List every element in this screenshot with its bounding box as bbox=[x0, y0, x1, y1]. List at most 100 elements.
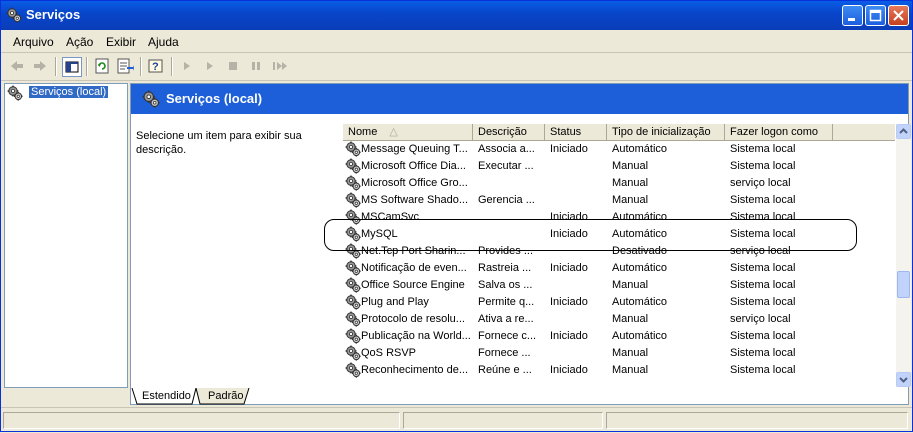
help-icon[interactable]: ? bbox=[147, 57, 165, 75]
cell-logon: serviço local bbox=[730, 177, 791, 189]
cell-status: Iniciado bbox=[550, 330, 588, 342]
play-icon[interactable] bbox=[178, 57, 196, 75]
close-button[interactable] bbox=[888, 5, 909, 26]
column-header-tipo-inicializacao[interactable]: Tipo de inicialização bbox=[607, 124, 725, 140]
cell-startup: Manual bbox=[612, 279, 649, 291]
cell-name: Notificação de even... bbox=[361, 262, 467, 274]
play-alt-icon[interactable] bbox=[201, 57, 219, 75]
tab-estendido[interactable]: Estendido bbox=[136, 388, 197, 404]
vertical-scrollbar[interactable] bbox=[896, 124, 911, 387]
table-row[interactable]: Microsoft Office Gro... Manual serviço loc… bbox=[343, 175, 895, 192]
cell-logon: Sistema local bbox=[730, 364, 796, 376]
scroll-up-button[interactable] bbox=[896, 124, 911, 139]
status-bar bbox=[0, 407, 913, 433]
cell-status: Iniciado bbox=[550, 143, 588, 155]
scroll-thumb[interactable] bbox=[897, 271, 910, 298]
cell-startup: Automático bbox=[612, 330, 668, 342]
column-header-nome[interactable]: Nome △ bbox=[343, 124, 473, 140]
column-header-fazer-logon[interactable]: Fazer logon como bbox=[725, 124, 833, 140]
cell-desc: Fornece ... bbox=[478, 347, 531, 359]
menu-acao[interactable]: Ação bbox=[66, 35, 93, 49]
title-bar[interactable]: Serviços bbox=[0, 0, 913, 30]
cell-name: Reconhecimento de... bbox=[361, 364, 469, 376]
cell-desc: Executar ... bbox=[478, 160, 534, 172]
window-title: Serviços bbox=[26, 7, 81, 22]
table-row[interactable]: Plug and Play Permite q... Iniciado Automát… bbox=[343, 294, 895, 311]
restart-icon[interactable] bbox=[270, 57, 288, 75]
show-hide-tree-icon[interactable] bbox=[62, 57, 82, 77]
cell-desc: Associa a... bbox=[478, 143, 535, 155]
cell-name: QoS RSVP bbox=[361, 347, 417, 359]
table-row[interactable]: Reconhecimento de... Reúne e ... Iniciado M… bbox=[343, 362, 895, 379]
cell-logon: Sistema local bbox=[730, 143, 796, 155]
highlight-annotation bbox=[324, 219, 857, 251]
back-arrow-icon[interactable] bbox=[8, 57, 26, 75]
cell-desc: Permite q... bbox=[478, 296, 535, 308]
table-row[interactable]: Notificação de even... Rastreia ... Inicia… bbox=[343, 260, 895, 277]
gear-icon bbox=[345, 362, 361, 378]
pane-banner: Serviços (local) bbox=[131, 84, 908, 114]
gear-icon bbox=[142, 90, 160, 108]
status-pane-2 bbox=[403, 412, 603, 429]
column-header-descricao[interactable]: Descrição bbox=[473, 124, 545, 140]
pause-icon[interactable] bbox=[247, 57, 265, 75]
export-list-icon[interactable] bbox=[116, 57, 134, 75]
menu-exibir[interactable]: Exibir bbox=[106, 35, 136, 49]
gear-icon bbox=[345, 141, 361, 157]
minimize-button[interactable] bbox=[842, 5, 863, 26]
table-row[interactable]: Message Queuing T... Associa a... Iniciado… bbox=[343, 141, 895, 158]
cell-name: Office Source Engine bbox=[361, 279, 465, 291]
status-pane-1 bbox=[3, 412, 400, 429]
stop-icon[interactable] bbox=[224, 57, 242, 75]
gear-icon bbox=[345, 175, 361, 191]
table-row[interactable]: MS Software Shado... Gerencia ... Manual Si… bbox=[343, 192, 895, 209]
toolbar-separator bbox=[171, 57, 173, 76]
banner-title: Serviços (local) bbox=[166, 91, 263, 106]
maximize-icon bbox=[869, 9, 882, 22]
cell-name: Microsoft Office Gro... bbox=[361, 177, 468, 189]
cell-startup: Automático bbox=[612, 296, 668, 308]
menu-bar: Arquivo Ação Exibir Ajuda bbox=[0, 30, 913, 53]
description-text: Selecione um item para exibir sua descri… bbox=[136, 130, 302, 156]
maximize-button[interactable] bbox=[865, 5, 886, 26]
cell-startup: Automático bbox=[612, 143, 668, 155]
forward-arrow-icon[interactable] bbox=[31, 57, 49, 75]
toolbar-separator bbox=[86, 57, 88, 76]
menu-arquivo[interactable]: Arquivo bbox=[13, 35, 54, 49]
view-tabs: Estendido Padrão bbox=[130, 388, 530, 406]
sort-arrow-icon: △ bbox=[389, 126, 398, 138]
console-tree[interactable]: Serviços (local) bbox=[4, 83, 128, 388]
table-row[interactable]: Publicação na World... Fornece c... Inicia… bbox=[343, 328, 895, 345]
cell-status: Iniciado bbox=[550, 364, 588, 376]
table-row[interactable]: Office Source Engine Salva os ... Manual Si… bbox=[343, 277, 895, 294]
cell-startup: Manual bbox=[612, 160, 649, 172]
cell-desc: Reúne e ... bbox=[478, 364, 532, 376]
services-list[interactable]: Nome △ Descrição Status Tipo de inicializ… bbox=[343, 124, 910, 387]
cell-startup: Manual bbox=[612, 313, 649, 325]
cell-logon: Sistema local bbox=[730, 330, 796, 342]
refresh-icon[interactable] bbox=[93, 57, 111, 75]
toolbar: ? bbox=[0, 53, 913, 81]
tab-padrao[interactable]: Padrão bbox=[202, 388, 249, 404]
cell-startup: Manual bbox=[612, 177, 649, 189]
cell-name: Microsoft Office Dia... bbox=[361, 160, 466, 172]
toolbar-separator bbox=[140, 57, 142, 76]
gear-icon bbox=[345, 158, 361, 174]
svg-text:?: ? bbox=[152, 61, 159, 73]
column-header-status[interactable]: Status bbox=[545, 124, 607, 140]
chevron-up-icon bbox=[899, 128, 908, 134]
table-row[interactable]: Protocolo de resolu... Ativa a re... Manua… bbox=[343, 311, 895, 328]
cell-status: Iniciado bbox=[550, 296, 588, 308]
close-icon bbox=[893, 10, 904, 21]
table-row[interactable]: Microsoft Office Dia... Executar ... Manua… bbox=[343, 158, 895, 175]
gear-icon bbox=[6, 7, 22, 23]
cell-startup: Manual bbox=[612, 347, 649, 359]
table-row[interactable]: QoS RSVP Fornece ... Manual Sistema local bbox=[343, 345, 895, 362]
scroll-down-button[interactable] bbox=[896, 372, 911, 387]
gear-icon bbox=[345, 277, 361, 293]
status-pane-3 bbox=[606, 412, 908, 429]
gear-icon bbox=[345, 260, 361, 276]
gear-icon bbox=[345, 328, 361, 344]
cell-logon: Sistema local bbox=[730, 296, 796, 308]
menu-ajuda[interactable]: Ajuda bbox=[148, 35, 179, 49]
